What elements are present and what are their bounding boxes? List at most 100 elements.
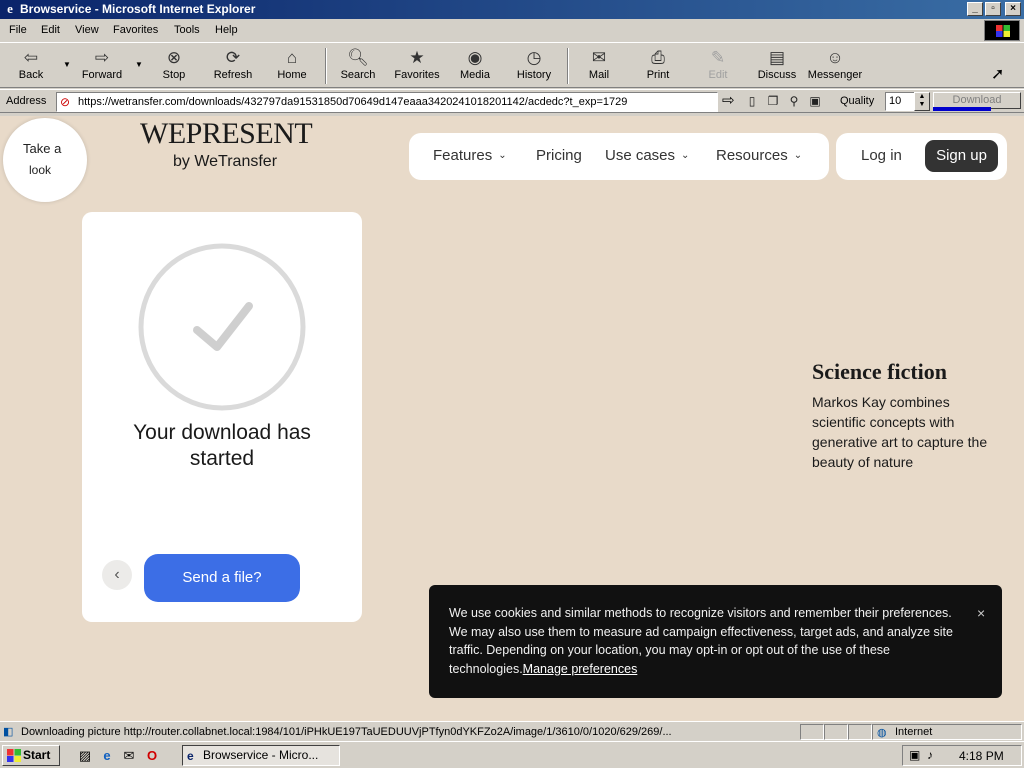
close-button[interactable]: × (1005, 2, 1021, 16)
favorites-icon: ★ (409, 48, 425, 67)
menu-file[interactable]: File (9, 24, 27, 36)
toolbar-separator (325, 48, 327, 84)
bookmark-icon[interactable]: ▯ (744, 93, 760, 109)
chevron-left-icon[interactable]: ‹ (102, 560, 132, 590)
address-input[interactable]: ⊘ https://wetransfer.com/downloads/43279… (56, 92, 718, 112)
ie-logo-icon: e (7, 1, 13, 16)
quality-label: Quality (840, 95, 875, 107)
address-url: https://wetransfer.com/downloads/432797d… (78, 96, 628, 108)
clock: 4:18 PM (959, 749, 1004, 763)
home-icon: ⌂ (286, 48, 298, 67)
back-dropdown-icon[interactable]: ▼ (63, 60, 71, 69)
start-button[interactable]: Start (2, 745, 60, 766)
search-icon: 🔍︎ (347, 48, 369, 67)
window-title: Browservice - Microsoft Internet Explore… (20, 2, 256, 16)
favorites-button[interactable]: ★ Favorites (388, 47, 446, 85)
outlook-express-icon[interactable]: ✉ (120, 747, 138, 765)
minimize-button[interactable]: _ (967, 2, 983, 16)
refresh-button[interactable]: ⟳ Refresh (204, 47, 262, 85)
stop-icon: ⊗ (166, 48, 182, 67)
download-status-title: Your download has started (133, 421, 311, 470)
mail-icon: ✉ (591, 48, 607, 67)
menu-tools[interactable]: Tools (174, 24, 200, 36)
restore-button[interactable]: ▫ (985, 2, 1001, 16)
checkmark-circle-icon (138, 243, 306, 411)
find-icon[interactable]: ⚲ (786, 93, 802, 109)
nav-features[interactable]: Features ⌄ (433, 147, 507, 164)
back-button[interactable]: ⇦ Back (2, 47, 60, 85)
nav-resources[interactable]: Resources ⌄ (716, 147, 802, 164)
cookie-banner: We use cookies and similar methods to re… (429, 585, 1002, 698)
wepresent-logo[interactable]: WEPRESENT by WeTransfer (140, 116, 313, 171)
search-button[interactable]: 🔍︎ Search (329, 47, 387, 85)
show-desktop-icon[interactable]: ▨ (76, 747, 94, 765)
standard-toolbar: ⇦ Back ▼ ⇨ Forward ▼ ⊗ Stop ⟳ Refresh ⌂ … (0, 44, 1024, 88)
go-arrow-icon[interactable]: ⇨ (722, 93, 735, 109)
toolbar-separator (567, 48, 569, 84)
discuss-button[interactable]: ▤ Discuss (748, 47, 806, 85)
quality-input[interactable]: 10 (885, 92, 915, 111)
signup-button[interactable]: Sign up (925, 140, 998, 172)
taskbar: Start ▨ e ✉ O e Browservice - Micro... ▣… (0, 741, 1024, 768)
window-controls: _ ▫ × (967, 2, 1021, 16)
copy-icon[interactable]: ❐ (765, 93, 781, 109)
feature-story[interactable]: Science fiction Markos Kay combines scie… (812, 358, 1002, 472)
zone-label: Internet (895, 726, 933, 738)
history-button[interactable]: ◷ History (505, 47, 563, 85)
status-panel (800, 724, 824, 740)
forward-arrow-icon: ⇨ (94, 48, 110, 67)
opera-icon[interactable]: O (143, 747, 161, 765)
ie-logo-icon: e (187, 749, 194, 763)
forward-button[interactable]: ⇨ Forward (73, 47, 131, 85)
cookie-close-icon[interactable]: × (977, 605, 985, 621)
menu-view[interactable]: View (75, 24, 99, 36)
page-icon: ⊘ (60, 95, 71, 109)
nav-pricing[interactable]: Pricing (536, 147, 582, 164)
stop-button[interactable]: ⊗ Stop (145, 47, 203, 85)
download-progress-bar (933, 107, 991, 111)
take-a-look-button[interactable]: Take a look (3, 118, 87, 202)
clipboard-icon[interactable]: ▣ (807, 93, 823, 109)
auth-nav: Log in Sign up (836, 133, 1007, 180)
feature-text: Markos Kay combines scientific concepts … (812, 394, 988, 470)
status-panel (848, 724, 872, 740)
print-button[interactable]: ⎙ Print (629, 47, 687, 85)
media-button[interactable]: ◉ Media (446, 47, 504, 85)
system-tray: ▣ ♪ 4:18 PM (902, 745, 1022, 766)
mail-button[interactable]: ✉ Mail (570, 47, 628, 85)
discuss-icon: ▤ (768, 48, 786, 67)
history-icon: ◷ (526, 48, 542, 67)
status-bar: ◧ Downloading picture http://router.coll… (0, 721, 1024, 741)
edit-button[interactable]: ✎ Edit (689, 47, 747, 85)
chevron-down-icon: ⌄ (681, 150, 690, 161)
nav-use-cases[interactable]: Use cases ⌄ (605, 147, 689, 164)
login-link[interactable]: Log in (861, 147, 902, 164)
brand-name: WEPRESENT (140, 117, 313, 150)
windows-logo-icon (7, 749, 21, 762)
brand-tagline: by WeTransfer (172, 153, 278, 170)
take-look-line1: Take a (23, 141, 62, 156)
home-button[interactable]: ⌂ Home (263, 47, 321, 85)
send-file-button[interactable]: Send a file? (144, 554, 300, 602)
windows-logo-icon (984, 20, 1020, 41)
menu-edit[interactable]: Edit (41, 24, 60, 36)
forward-dropdown-icon[interactable]: ▼ (135, 60, 143, 69)
network-icon[interactable]: ▣ (909, 748, 920, 762)
download-card: Your download has started ‹ Send a file? (82, 212, 362, 622)
globe-icon: ◍ (877, 727, 887, 739)
chevron-down-icon: ⌄ (793, 150, 803, 161)
messenger-button[interactable]: ☺ Messenger (806, 47, 864, 85)
quality-spinner[interactable]: ▲ ▼ (914, 92, 930, 111)
menu-favorites[interactable]: Favorites (113, 24, 158, 36)
volume-icon[interactable]: ♪ (927, 748, 933, 762)
menu-bar: File Edit View Favorites Tools Help (0, 19, 1024, 43)
menu-help[interactable]: Help (215, 24, 238, 36)
media-icon: ◉ (467, 48, 483, 67)
internet-explorer-icon[interactable]: e (98, 747, 116, 765)
taskbar-task-browservice[interactable]: e Browservice - Micro... (182, 745, 340, 766)
manage-preferences-link[interactable]: Manage preferences (523, 662, 638, 676)
take-look-line2: look (29, 163, 52, 177)
address-label: Address (6, 95, 47, 107)
security-zone: ◍ Internet (872, 724, 1022, 740)
status-panel (824, 724, 848, 740)
